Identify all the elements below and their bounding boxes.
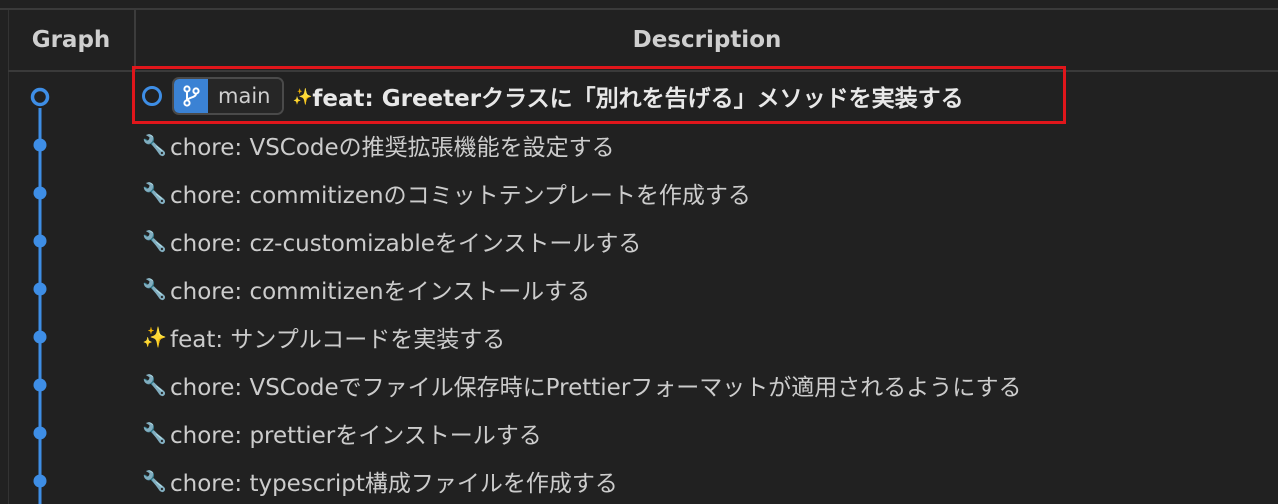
commit-node [33,330,47,344]
commit-message: chore: cz-customizableをインストールする [170,231,642,257]
commit-node [33,138,47,152]
sparkles-icon: ✨ [142,325,167,349]
commit-message: chore: VSCodeでファイル保存時にPrettierフォーマットが適用さ… [170,375,1022,401]
commit-node [33,474,47,488]
commit-row[interactable]: 🔧 chore: commitizenのコミットテンプレートを作成する [142,170,751,216]
commit-message: chore: prettierをインストールする [170,423,542,449]
commit-message: feat: Greeterクラスに「別れを告げる」メソッドを実装する [312,86,964,112]
git-graph-view: Graph Description main ✨ feat: Greeterクラ… [0,0,1278,504]
branch-name: main [208,79,283,113]
git-branch-icon [174,79,208,113]
commit-message: chore: commitizenのコミットテンプレートを作成する [170,183,751,209]
commit-graph [30,87,50,504]
commit-message: feat: サンプルコードを実装する [170,327,506,353]
commit-row[interactable]: 🔧 chore: typescript構成ファイルを作成する [142,458,618,504]
wrench-icon: 🔧 [142,277,167,301]
commit-node [33,378,47,392]
commit-row[interactable]: 🔧 chore: prettierをインストールする [142,410,542,456]
commit-node [33,234,47,248]
branch-badge[interactable]: main [172,77,285,115]
commit-message: chore: VSCodeの推奨拡張機能を設定する [170,135,615,161]
commit-row-head[interactable]: main ✨ feat: Greeterクラスに「別れを告げる」メソッドを実装す… [142,74,964,118]
wrench-icon: 🔧 [142,133,167,157]
commit-node [33,186,47,200]
sparkles-icon: ✨ [292,86,313,106]
wrench-icon: 🔧 [142,373,167,397]
description-column-header[interactable]: Description [136,10,1278,70]
wrench-icon: 🔧 [142,469,167,493]
commit-message: chore: commitizenをインストールする [170,279,591,305]
head-commit-node [30,87,50,107]
wrench-icon: 🔧 [142,229,167,253]
wrench-icon: 🔧 [142,421,167,445]
commit-row[interactable]: 🔧 chore: commitizenをインストールする [142,266,590,312]
wrench-icon: 🔧 [142,181,167,205]
commit-row[interactable]: 🔧 chore: VSCodeでファイル保存時にPrettierフォーマットが適… [142,362,1022,408]
head-indicator-icon [142,86,162,106]
commit-row[interactable]: 🔧 chore: cz-customizableをインストールする [142,218,641,264]
commit-node [33,426,47,440]
commit-message: chore: typescript構成ファイルを作成する [170,471,618,497]
commit-row[interactable]: 🔧 chore: VSCodeの推奨拡張機能を設定する [142,122,615,168]
commit-node [33,282,47,296]
commit-row[interactable]: ✨ feat: サンプルコードを実装する [142,314,505,360]
